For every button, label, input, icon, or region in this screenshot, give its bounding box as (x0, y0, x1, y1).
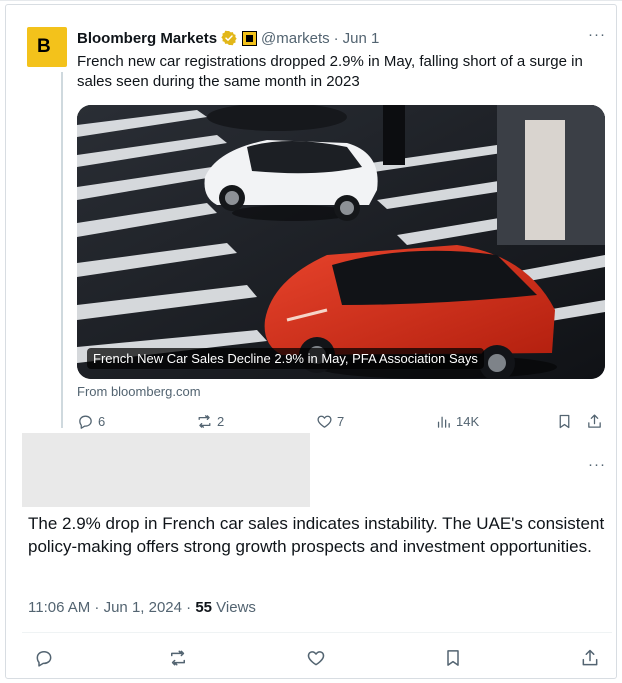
verified-badge-icon (221, 30, 237, 46)
share-button[interactable] (586, 413, 603, 430)
bookmark-button[interactable] (556, 413, 573, 430)
tweet-timestamp[interactable]: 11:06 AM · Jun 1, 2024 · (28, 599, 195, 616)
repost-icon (198, 415, 211, 428)
reply-tweet-text: The 2.9% drop in French car sales indica… (28, 514, 605, 556)
share-button[interactable] (580, 648, 600, 668)
like-count: 7 (337, 414, 345, 429)
tweet-date[interactable]: Jun 1 (343, 30, 380, 47)
author-name[interactable]: Bloomberg Markets (77, 30, 217, 47)
avatar-letter: B (37, 36, 51, 57)
more-options-icon[interactable]: ··· (588, 456, 606, 473)
bookmark-button[interactable] (443, 648, 463, 668)
reply-tweet-actions (22, 648, 612, 670)
view-count: 14K (456, 414, 480, 429)
share-icon (588, 414, 601, 428)
repost-count: 2 (217, 414, 225, 429)
views-count: 55 (195, 599, 213, 616)
media-caption: French New Car Sales Decline 2.9% in May… (87, 348, 484, 369)
car-showroom-photo (77, 105, 605, 379)
quoted-tweet-header: Bloomberg Markets @markets · Jun 1 (77, 28, 379, 48)
repost-button[interactable]: 2 (196, 413, 224, 430)
repost-icon (171, 650, 185, 666)
thread-line (61, 72, 63, 428)
redacted-author-area (22, 433, 310, 507)
quoted-tweet-text: French new car registrations dropped 2.9… (77, 53, 583, 90)
more-options-icon[interactable]: ··· (588, 26, 606, 43)
author-handle[interactable]: @markets (261, 30, 330, 47)
reply-tweet-meta: 11:06 AM · Jun 1, 2024 · 55 Views (28, 599, 256, 616)
repost-button[interactable] (168, 648, 188, 668)
reply-button[interactable] (34, 648, 54, 668)
reply-icon (36, 651, 52, 667)
quoted-tweet-actions: 6 2 7 14K (77, 413, 607, 433)
views-label: Views (212, 599, 256, 616)
bookmark-icon (447, 650, 459, 666)
reply-icon (79, 415, 92, 429)
like-button[interactable]: 7 (316, 413, 344, 430)
views-chart-icon (437, 416, 450, 428)
bloomberg-avatar[interactable]: B (27, 27, 67, 67)
share-icon (582, 649, 598, 666)
source-link[interactable]: From bloomberg.com (77, 384, 201, 399)
like-button[interactable] (306, 648, 326, 668)
link-card-image[interactable]: French New Car Sales Decline 2.9% in May… (77, 105, 605, 379)
bookmark-icon (559, 414, 570, 429)
reply-button[interactable]: 6 (77, 413, 105, 430)
heart-icon (317, 415, 332, 428)
views-button[interactable]: 14K (435, 413, 479, 430)
top-border (0, 0, 622, 1)
divider (22, 632, 612, 633)
reply-count: 6 (98, 414, 106, 429)
heart-icon (307, 651, 325, 666)
affiliate-badge-icon[interactable] (242, 30, 258, 46)
header-separator: · (333, 29, 339, 47)
